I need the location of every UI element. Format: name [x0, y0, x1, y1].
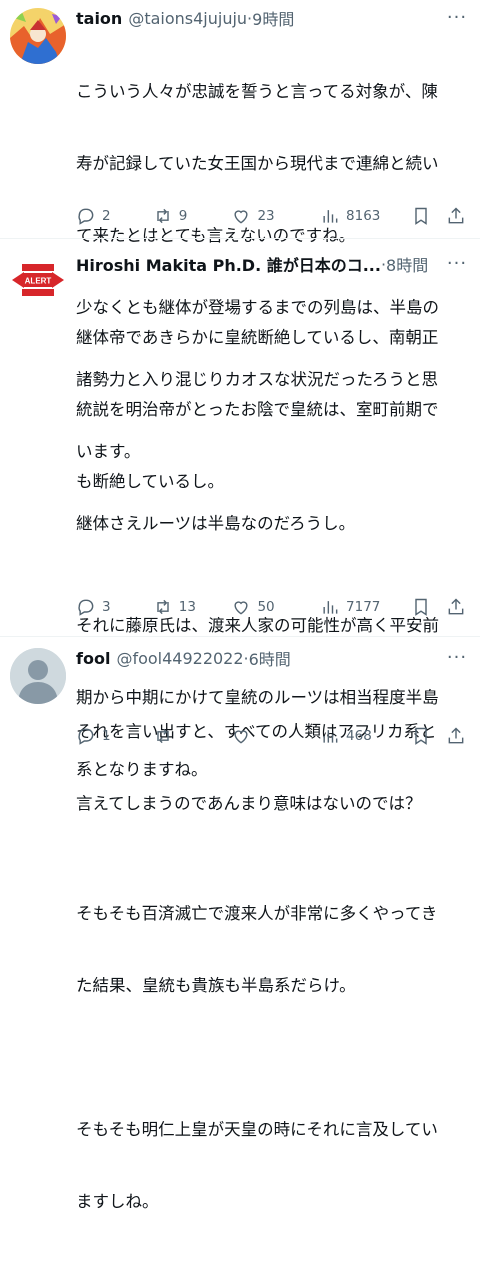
- views-button[interactable]: 7177: [320, 597, 411, 617]
- avatar[interactable]: ALERT: [10, 252, 66, 308]
- repost-icon: [157, 728, 169, 744]
- post-time[interactable]: 8時間: [386, 252, 428, 276]
- post-hiroshi-makita[interactable]: ALERT Hiroshi Makita Ph.D. 誰が日本のコ... · 8…: [0, 240, 480, 1211]
- action-bar: 2 9 23 8163: [76, 204, 466, 228]
- text-line: ますしね。: [76, 1192, 159, 1211]
- repost-button[interactable]: 13: [153, 597, 232, 617]
- text-line: [76, 542, 466, 566]
- author-name[interactable]: taion: [76, 9, 122, 28]
- text-line: た結果、皇統も貴族も半島系だらけ。: [76, 976, 356, 995]
- post-taion[interactable]: taion @taions4jujuju · 9時間 ··· こういう人々が忠誠…: [0, 0, 480, 533]
- alert-logo-text: ALERT: [25, 277, 52, 286]
- text-line: 言えてしまうのであんまり意味はないのでは？: [76, 794, 422, 813]
- text-line: 寿が記録していた女王国から現代まで連綿と続い: [76, 154, 439, 173]
- reply-icon: [78, 599, 94, 616]
- view-count: 7177: [346, 599, 381, 615]
- reply-button[interactable]: 1: [76, 726, 153, 746]
- author-name[interactable]: Hiroshi Makita Ph.D. 誰が日本のコ...: [76, 252, 381, 276]
- text-line: こういう人々が忠誠を誓うと言ってる対象が、陳: [76, 82, 438, 101]
- like-button[interactable]: [231, 726, 320, 746]
- heart-icon: [234, 601, 249, 615]
- more-options-icon[interactable]: ···: [446, 8, 468, 28]
- divider: [0, 636, 480, 637]
- repost-count: 13: [178, 599, 196, 615]
- post-time[interactable]: 6時間: [249, 646, 291, 670]
- bookmark-icon: [414, 727, 427, 745]
- text-line: [76, 1046, 466, 1070]
- share-button[interactable]: [446, 726, 466, 746]
- views-chart-icon: [323, 730, 338, 743]
- default-person-avatar-icon: [10, 648, 66, 704]
- action-bar: 3 13 50 7177: [76, 595, 466, 619]
- post-fool[interactable]: fool @fool44922022 · 6時間 ··· それを言い出すと、すべ…: [0, 638, 480, 813]
- like-button[interactable]: 50: [231, 597, 320, 617]
- like-count: 50: [257, 599, 275, 615]
- more-options-icon[interactable]: ···: [446, 254, 468, 274]
- views-chart-icon: [323, 601, 338, 614]
- repost-button[interactable]: 9: [153, 206, 232, 226]
- views-button[interactable]: 468: [320, 726, 411, 746]
- author-handle[interactable]: @fool44922022: [116, 649, 243, 668]
- share-icon: [448, 727, 464, 744]
- repost-count: 9: [178, 208, 188, 224]
- reply-button[interactable]: 3: [76, 597, 153, 617]
- action-bar: 1 468: [76, 724, 466, 748]
- more-options-icon[interactable]: ···: [446, 648, 468, 668]
- reply-count: 3: [102, 599, 111, 615]
- text-line: 統説を明治帝がとったお陰で皇統は、室町前期で: [76, 400, 439, 419]
- bookmark-icon: [414, 598, 427, 616]
- reply-button[interactable]: 2: [76, 206, 153, 226]
- share-icon: [448, 598, 464, 615]
- text-line: そもそも百済滅亡で渡来人が非常に多くやってき: [76, 904, 438, 923]
- reply-count: 2: [102, 208, 111, 224]
- text-line: も断絶しているし。: [76, 472, 225, 491]
- repost-icon: [157, 208, 169, 224]
- bookmark-button[interactable]: [411, 726, 446, 746]
- share-button[interactable]: [446, 597, 466, 617]
- bookmark-button[interactable]: [411, 597, 446, 617]
- like-count: 23: [257, 208, 275, 224]
- avatar[interactable]: [10, 648, 66, 704]
- divider: [0, 238, 480, 239]
- reply-icon: [78, 208, 94, 225]
- share-icon: [448, 207, 464, 224]
- views-button[interactable]: 8163: [320, 206, 411, 226]
- view-count: 468: [346, 728, 372, 744]
- post-time[interactable]: 9時間: [252, 6, 294, 30]
- anime-character-avatar-icon: [10, 8, 66, 64]
- reply-icon: [78, 728, 94, 745]
- share-button[interactable]: [446, 206, 466, 226]
- repost-button[interactable]: [153, 726, 232, 746]
- author-name[interactable]: fool: [76, 649, 110, 668]
- heart-icon: [234, 210, 249, 224]
- reply-count: 1: [102, 728, 111, 744]
- like-button[interactable]: 23: [231, 206, 320, 226]
- bookmark-button[interactable]: [411, 206, 446, 226]
- post-text: それを言い出すと、すべての人類はアフリカ系と 言えてしまうのであんまり意味はない…: [76, 672, 466, 864]
- views-chart-icon: [323, 210, 338, 223]
- repost-icon: [157, 599, 169, 615]
- heart-icon: [234, 730, 249, 744]
- avatar[interactable]: [10, 8, 66, 64]
- alert-logo-icon: ALERT: [12, 264, 64, 296]
- bookmark-icon: [414, 207, 427, 225]
- text-line: 継体帝であきらかに皇統断絶しているし、南朝正: [76, 328, 439, 347]
- view-count: 8163: [346, 208, 381, 224]
- author-handle[interactable]: @taions4jujuju: [128, 9, 247, 28]
- text-line: そもそも明仁上皇が天皇の時にそれに言及してい: [76, 1120, 438, 1139]
